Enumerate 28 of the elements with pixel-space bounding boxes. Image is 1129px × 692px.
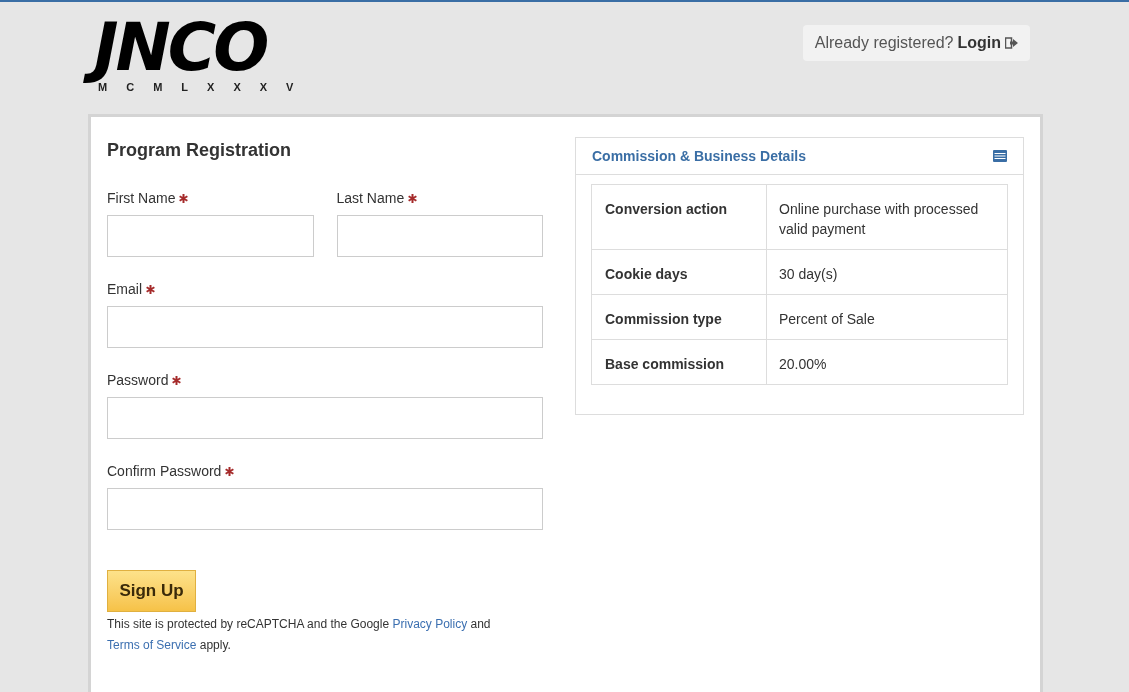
panel-title: Commission & Business Details bbox=[592, 146, 806, 166]
table-cell: Conversion action bbox=[591, 184, 767, 250]
table-cell: Cookie days bbox=[591, 249, 767, 295]
table-cell: 20.00% bbox=[766, 339, 1008, 385]
login-link[interactable]: Login bbox=[957, 31, 1018, 55]
field-label: Password bbox=[107, 371, 169, 390]
sign-up-button[interactable]: Sign Up bbox=[107, 570, 196, 612]
input-field[interactable] bbox=[336, 215, 543, 257]
table-cell: Online purchase with processed valid payment bbox=[766, 184, 1008, 250]
table-cell: Base commission bbox=[591, 339, 767, 385]
table-cell: Commission type bbox=[591, 294, 767, 340]
recaptcha-notice: This site is protected by reCAPTCHA and the Google Privacy Policy and Terms of Service apply. bbox=[107, 616, 492, 654]
input-field[interactable] bbox=[107, 215, 314, 257]
field-label: Confirm Password bbox=[107, 462, 222, 481]
input-field[interactable] bbox=[107, 397, 543, 439]
policy-link[interactable]: Terms of Service bbox=[107, 638, 197, 652]
table-cell: 30 day(s) bbox=[766, 249, 1008, 295]
policy-link[interactable]: Privacy Policy bbox=[392, 617, 468, 631]
field-label: Email bbox=[107, 280, 142, 299]
list-icon bbox=[993, 150, 1007, 162]
form-title: Program Registration bbox=[107, 139, 293, 162]
field-label: Last Name bbox=[336, 189, 405, 208]
sign-in-icon bbox=[1005, 37, 1018, 49]
field-label: First Name bbox=[107, 189, 176, 208]
table-cell: Percent of Sale bbox=[766, 294, 1008, 340]
input-field[interactable] bbox=[107, 306, 543, 348]
login-prompt: Already registered? Login bbox=[802, 25, 1030, 61]
input-field[interactable] bbox=[107, 488, 543, 530]
